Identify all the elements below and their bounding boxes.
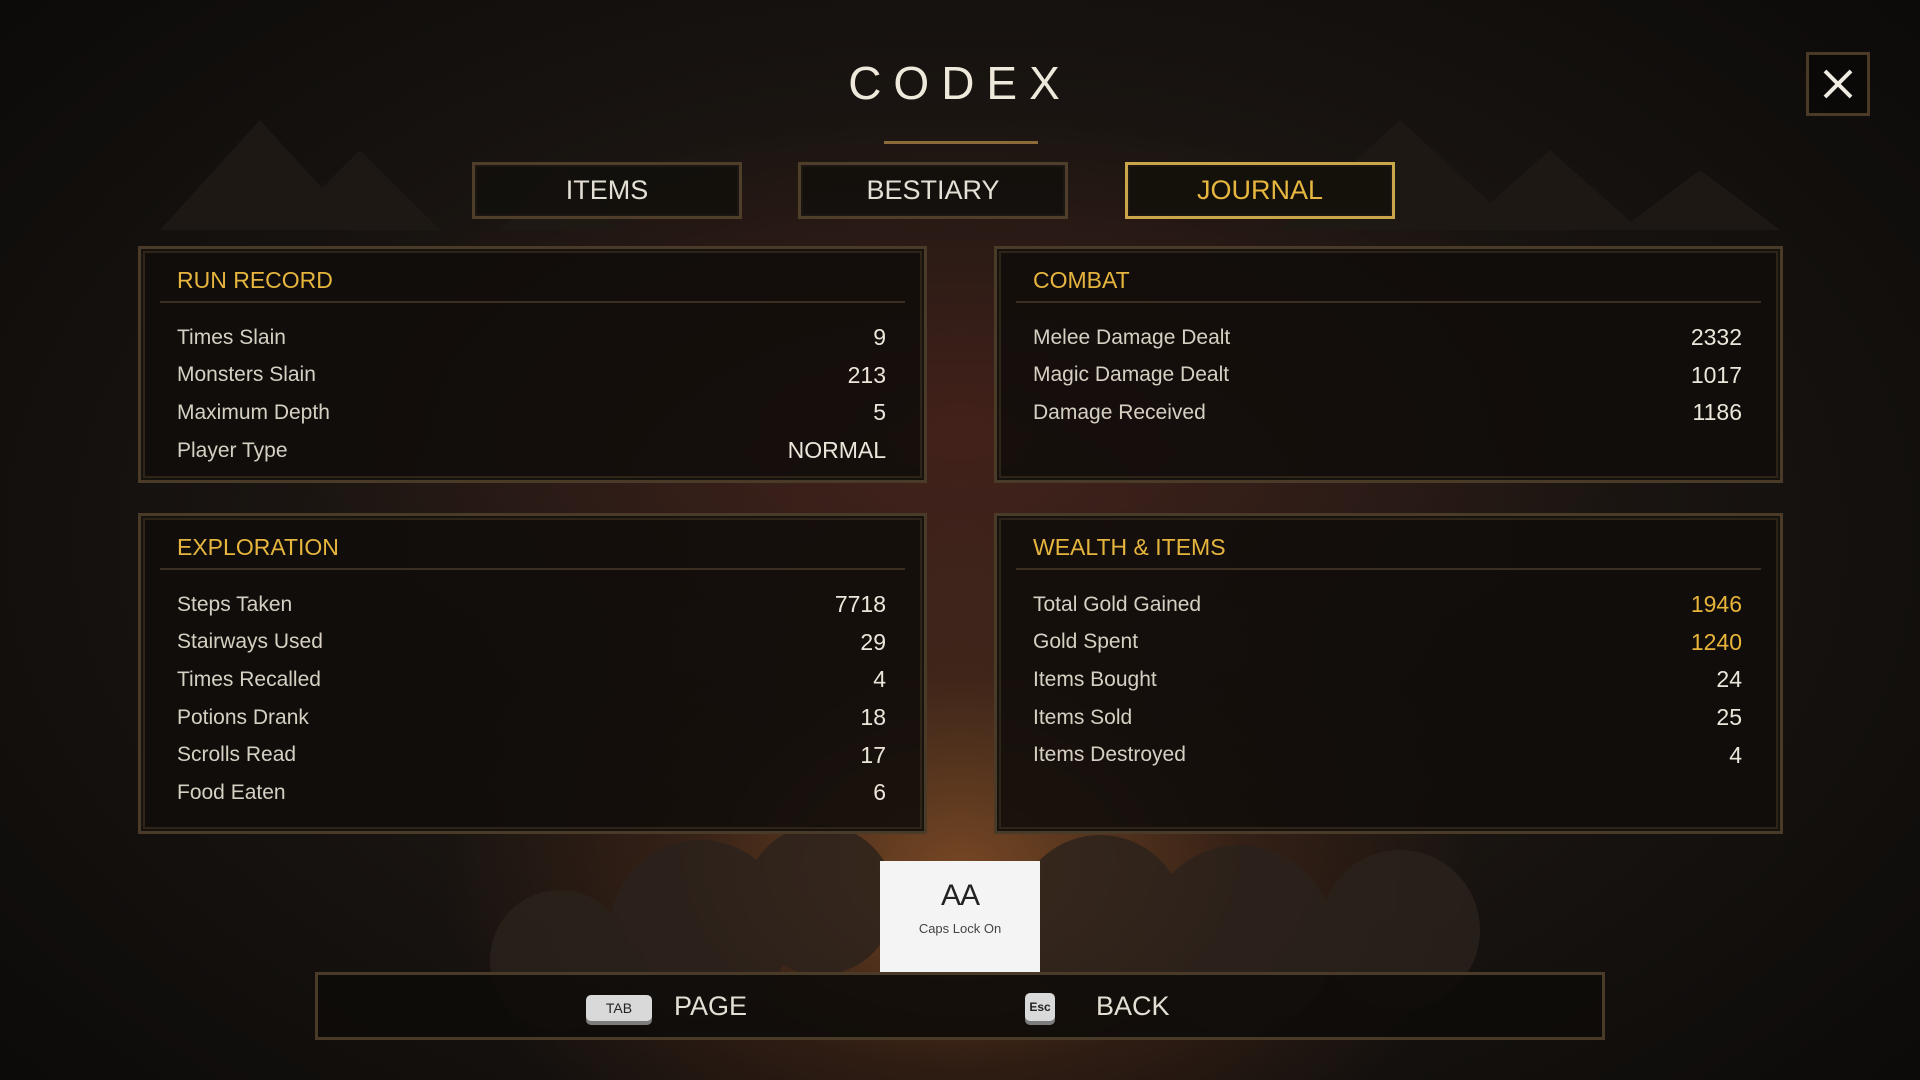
stat-label: Melee Damage Dealt bbox=[1033, 325, 1231, 349]
run-record-panel: RUN RECORD Times Slain 9 Monsters Slain 21… bbox=[138, 246, 927, 483]
stat-row: Total Gold Gained 1946 bbox=[1033, 586, 1742, 624]
stat-row: Items Destroyed 4 bbox=[1033, 736, 1742, 774]
stat-label: Damage Received bbox=[1033, 400, 1206, 424]
close-icon bbox=[1823, 69, 1853, 99]
stat-value: 17 bbox=[860, 741, 886, 768]
stat-label: Times Slain bbox=[177, 325, 286, 349]
stat-value: 1186 bbox=[1692, 399, 1742, 426]
stat-row: Damage Received 1186 bbox=[1033, 394, 1742, 432]
stat-label: Food Eaten bbox=[177, 780, 286, 804]
stat-label: Steps Taken bbox=[177, 592, 293, 616]
stat-row: Stairways Used 29 bbox=[177, 624, 886, 662]
stat-value: 1240 bbox=[1690, 628, 1742, 655]
stat-label: Gold Spent bbox=[1033, 630, 1139, 654]
stat-row: Steps Taken 7718 bbox=[177, 586, 886, 624]
stat-value: 18 bbox=[860, 704, 886, 731]
stat-label: Player Type bbox=[177, 438, 288, 462]
back-button[interactable]: BACK bbox=[1096, 991, 1170, 1022]
stat-label: Stairways Used bbox=[177, 630, 323, 654]
run-record-title: RUN RECORD bbox=[160, 263, 905, 303]
stat-row: Times Slain 9 bbox=[177, 319, 886, 357]
stat-row: Magic Damage Dealt 1017 bbox=[1033, 357, 1742, 395]
stat-value: 29 bbox=[860, 628, 886, 655]
stat-value: 4 bbox=[1729, 741, 1742, 768]
combat-panel: COMBAT Melee Damage Dealt 2332 Magic Dama… bbox=[994, 246, 1783, 483]
stat-value: 24 bbox=[1716, 666, 1742, 693]
stat-row: Food Eaten 6 bbox=[177, 774, 886, 812]
exploration-title: EXPLORATION bbox=[160, 530, 905, 570]
stat-label: Scrolls Read bbox=[177, 743, 297, 767]
exploration-panel: EXPLORATION Steps Taken 7718 Stairways Us… bbox=[138, 513, 927, 834]
stat-row: Times Recalled 4 bbox=[177, 661, 886, 699]
tab-bestiary[interactable]: BESTIARY bbox=[798, 162, 1068, 219]
stat-label: Potions Drank bbox=[177, 705, 309, 729]
stat-row: Scrolls Read 17 bbox=[177, 736, 886, 774]
stat-value: 213 bbox=[847, 361, 886, 388]
stat-value: 1946 bbox=[1690, 591, 1742, 618]
stat-value: 6 bbox=[873, 779, 886, 806]
stat-row: Maximum Depth 5 bbox=[177, 394, 886, 432]
stat-row: Items Sold 25 bbox=[1033, 699, 1742, 737]
footer-bar: TAB PAGE Esc BACK bbox=[315, 972, 1605, 1040]
stat-label: Monsters Slain bbox=[177, 363, 316, 387]
stat-label: Items Sold bbox=[1033, 705, 1133, 729]
title-underline bbox=[884, 141, 1038, 144]
combat-title: COMBAT bbox=[1016, 263, 1761, 303]
wealth-title: WEALTH & ITEMS bbox=[1016, 530, 1761, 570]
caps-lock-glyph: AA bbox=[940, 879, 980, 912]
stat-value: 7718 bbox=[834, 591, 886, 618]
stat-value: 25 bbox=[1716, 704, 1742, 731]
stat-label: Times Recalled bbox=[177, 667, 321, 691]
stat-row: Player Type NORMAL bbox=[177, 432, 886, 470]
stat-row: Items Bought 24 bbox=[1033, 661, 1742, 699]
caps-lock-indicator: AA Caps Lock On bbox=[880, 861, 1040, 973]
stat-row: Gold Spent 1240 bbox=[1033, 624, 1742, 662]
stat-value: 9 bbox=[873, 324, 886, 351]
stat-label: Items Bought bbox=[1033, 667, 1157, 691]
stat-value: 1017 bbox=[1690, 361, 1742, 388]
esc-key-icon: Esc bbox=[1025, 993, 1055, 1021]
wealth-panel: WEALTH & ITEMS Total Gold Gained 1946 Gol… bbox=[994, 513, 1783, 834]
stat-value: NORMAL bbox=[787, 437, 886, 464]
stat-label: Items Destroyed bbox=[1033, 743, 1186, 767]
stat-label: Maximum Depth bbox=[177, 400, 330, 424]
caps-lock-text: Caps Lock On bbox=[918, 921, 1002, 936]
tab-journal[interactable]: JOURNAL bbox=[1125, 162, 1395, 219]
page-button[interactable]: PAGE bbox=[674, 991, 747, 1022]
stat-value: 4 bbox=[873, 666, 886, 693]
stat-row: Melee Damage Dealt 2332 bbox=[1033, 319, 1742, 357]
tab-items[interactable]: ITEMS bbox=[472, 162, 742, 219]
stat-value: 2332 bbox=[1690, 324, 1742, 351]
stat-label: Total Gold Gained bbox=[1033, 592, 1202, 616]
page-title: CODEX bbox=[848, 57, 1072, 109]
stat-row: Potions Drank 18 bbox=[177, 699, 886, 737]
stat-label: Magic Damage Dealt bbox=[1033, 363, 1230, 387]
stat-row: Monsters Slain 213 bbox=[177, 357, 886, 395]
stat-value: 5 bbox=[873, 399, 886, 426]
close-button[interactable] bbox=[1806, 52, 1870, 116]
tab-key-icon: TAB bbox=[586, 995, 652, 1021]
